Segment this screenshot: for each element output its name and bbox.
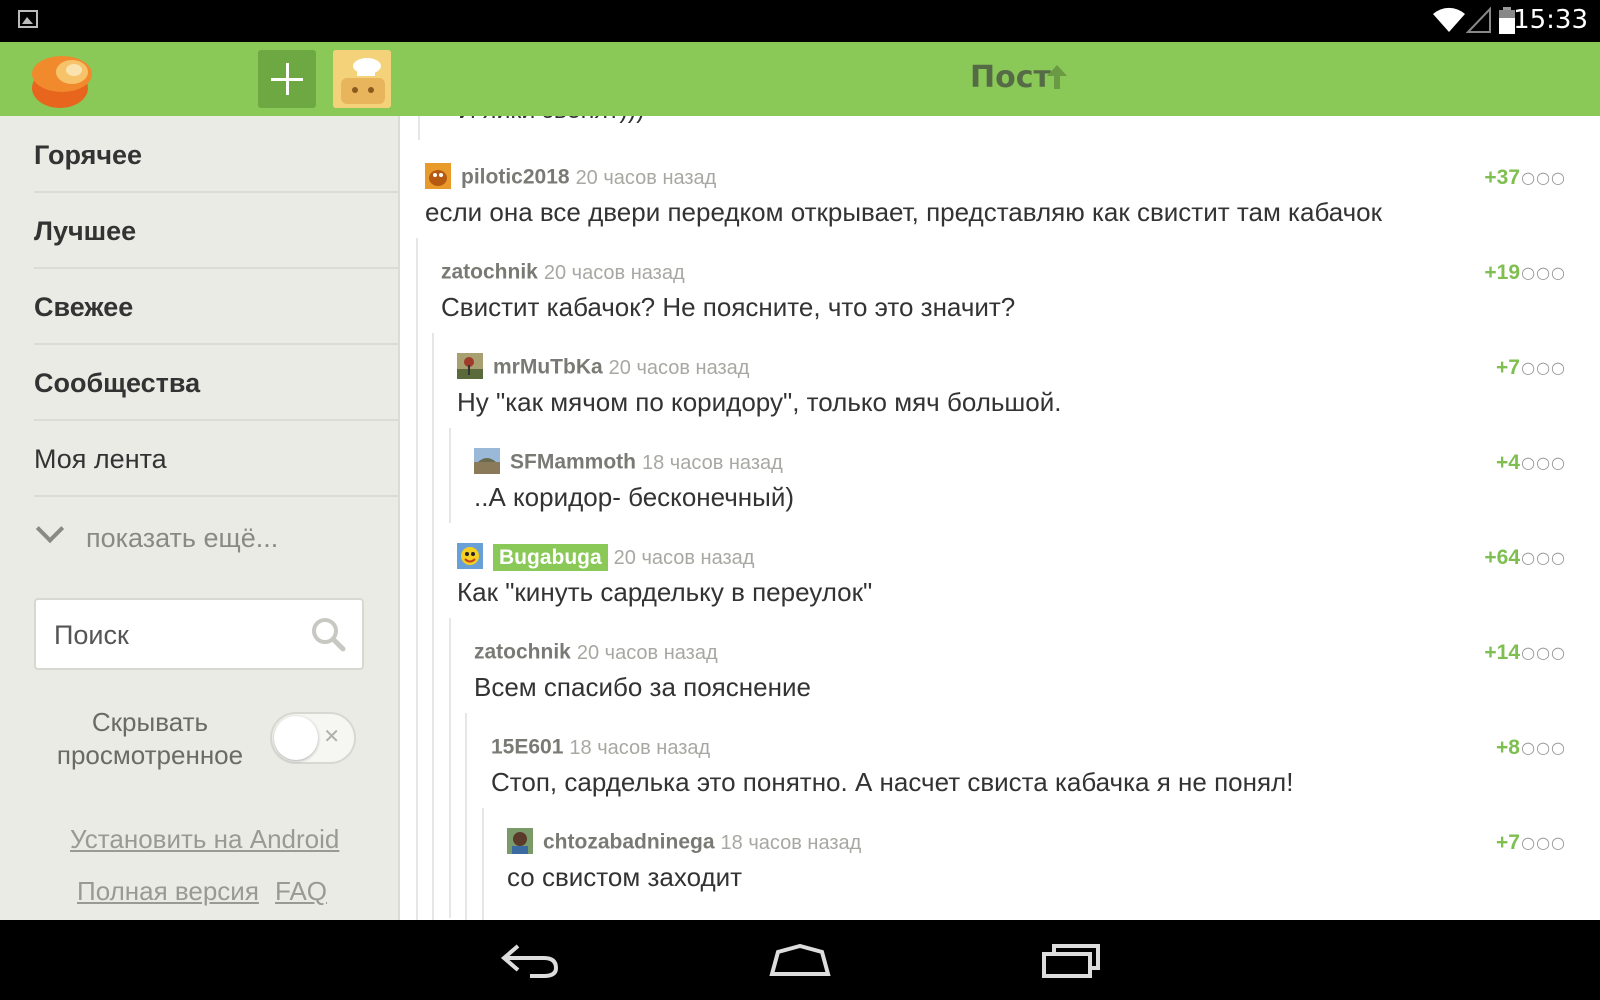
comments-list: И яйки звенят))) pilotic201820 часов наз… bbox=[400, 116, 1600, 920]
comment-author[interactable]: 15E601 bbox=[491, 736, 563, 759]
thread-line bbox=[432, 333, 434, 920]
user-avatar[interactable] bbox=[425, 162, 451, 189]
comment-time: 18 часов назад bbox=[569, 736, 711, 759]
toggle-knob bbox=[274, 716, 318, 760]
comment-time: 20 часов назад bbox=[575, 166, 717, 189]
thread-line bbox=[482, 808, 484, 920]
sidebar-item-best[interactable]: Лучшее bbox=[34, 193, 398, 269]
home-icon[interactable] bbox=[768, 944, 832, 978]
comment-author[interactable]: zatochnik bbox=[474, 641, 571, 664]
comment-time: 18 часов назад bbox=[642, 451, 783, 474]
comment-author[interactable]: SFMammoth bbox=[510, 451, 636, 474]
comment-text: Как "кинуть сардельку в переулок" bbox=[457, 577, 873, 607]
comment-text: ..А коридор- бесконечный) bbox=[474, 482, 795, 512]
user-avatar[interactable] bbox=[474, 447, 500, 474]
more-options-icon[interactable]: ○○○ bbox=[1521, 643, 1566, 662]
faq-link[interactable]: FAQ bbox=[275, 876, 327, 907]
back-icon[interactable] bbox=[500, 942, 560, 978]
comment-time: 20 часов назад bbox=[608, 356, 750, 379]
comment-rating[interactable]: +64 bbox=[1484, 546, 1520, 570]
comment-text: Стоп, сарделька это понятно. А насчет св… bbox=[491, 767, 1294, 797]
user-avatar[interactable] bbox=[457, 352, 483, 379]
sidebar-item-hot[interactable]: Горячее bbox=[34, 117, 398, 193]
comment-text: И яйки звенят))) bbox=[458, 116, 644, 125]
wifi-icon bbox=[1433, 7, 1465, 32]
comment-time: 20 часов назад bbox=[543, 261, 685, 284]
show-more-button[interactable]: показать ещё... bbox=[34, 513, 278, 563]
more-options-icon[interactable]: ○○○ bbox=[1521, 453, 1566, 472]
arrow-up-icon[interactable] bbox=[1045, 63, 1069, 91]
comment: zatochnik 20 часов назад +19 ○○○ Свистит … bbox=[441, 245, 1600, 340]
logo-icon[interactable] bbox=[28, 48, 96, 110]
comment-time: 18 часов назад bbox=[720, 831, 862, 854]
comment: Bugabuga 20 часов назад +64 ○○○ Как "кину… bbox=[457, 530, 1600, 625]
comment: zatochnik 20 часов назад +14 ○○○ Всем спа… bbox=[474, 625, 1600, 720]
comment-text: со свистом заходит bbox=[507, 862, 743, 892]
more-options-icon[interactable]: ○○○ bbox=[1521, 263, 1566, 282]
comment: chtozabadninega 18 часов назад +7 ○○○ со … bbox=[507, 815, 1600, 910]
image-notification-icon bbox=[18, 10, 38, 28]
comment-rating[interactable]: +7 bbox=[1496, 831, 1520, 855]
full-version-link[interactable]: Полная версия bbox=[77, 876, 259, 907]
thread-line bbox=[449, 428, 451, 523]
navigation-bar bbox=[0, 920, 1600, 1000]
recents-icon[interactable] bbox=[1040, 942, 1102, 980]
user-avatar[interactable] bbox=[457, 542, 483, 569]
sidebar: Горячее Лучшее Свежее Сообщества Моя лен… bbox=[0, 116, 400, 920]
sidebar-item-my-feed[interactable]: Моя лента bbox=[34, 421, 398, 497]
profile-avatar-button[interactable] bbox=[333, 50, 391, 108]
hide-viewed-label: Скрывать просмотренное bbox=[56, 707, 244, 770]
search-input[interactable] bbox=[52, 614, 296, 656]
comment: mrMuTbKa 20 часов назад +7 ○○○ Ну "как мя… bbox=[457, 340, 1600, 435]
status-bar: 15:33 bbox=[0, 0, 1600, 42]
comment-rating[interactable]: +19 bbox=[1484, 261, 1520, 285]
more-options-icon[interactable]: ○○○ bbox=[1521, 168, 1566, 187]
comment-rating[interactable]: +8 bbox=[1496, 736, 1520, 760]
more-options-icon[interactable]: ○○○ bbox=[1521, 358, 1566, 377]
comment-time: 20 часов назад bbox=[576, 641, 718, 664]
chevron-down-icon bbox=[35, 514, 65, 544]
comment-text: Всем спасибо за пояснение bbox=[474, 672, 811, 702]
comment-text: если она все двери передком открывает, п… bbox=[425, 197, 1383, 227]
comment-text: Ну "как мячом по коридору", только мяч б… bbox=[457, 387, 1062, 417]
more-options-icon[interactable]: ○○○ bbox=[1521, 738, 1566, 757]
add-post-button[interactable] bbox=[258, 50, 316, 108]
comment-author[interactable]: mrMuTbKa bbox=[493, 356, 603, 379]
search-icon[interactable] bbox=[310, 616, 346, 652]
thread-line bbox=[416, 238, 418, 920]
user-avatar[interactable] bbox=[507, 827, 533, 854]
show-more-label: показать ещё... bbox=[86, 523, 279, 553]
hide-viewed-toggle[interactable]: ✕ bbox=[270, 712, 356, 764]
comment-author[interactable]: pilotic2018 bbox=[461, 166, 570, 189]
sidebar-item-fresh[interactable]: Свежее bbox=[34, 269, 398, 345]
comment-author[interactable]: zatochnik bbox=[441, 261, 538, 284]
install-android-link[interactable]: Установить на Android bbox=[70, 824, 339, 855]
comment-author[interactable]: chtozabadninega bbox=[543, 831, 715, 854]
comment: 15E601 18 часов назад +8 ○○○ Стоп, сардел… bbox=[491, 720, 1600, 815]
close-icon: ✕ bbox=[323, 724, 340, 748]
comment-author[interactable]: Bugabuga bbox=[493, 543, 608, 571]
comment-rating[interactable]: +37 bbox=[1484, 166, 1520, 190]
more-options-icon[interactable]: ○○○ bbox=[1521, 548, 1566, 567]
search-box bbox=[34, 598, 364, 670]
comment-rating[interactable]: +7 bbox=[1496, 356, 1520, 380]
more-options-icon[interactable]: ○○○ bbox=[1521, 833, 1566, 852]
signal-icon bbox=[1466, 6, 1491, 33]
page-title: Пост bbox=[970, 60, 1051, 95]
cat-avatar-icon bbox=[333, 50, 391, 108]
thread-line bbox=[465, 713, 467, 920]
comment-text: Свистит кабачок? Не поясните, что это зн… bbox=[441, 292, 1016, 322]
thread-line bbox=[418, 116, 420, 140]
thread-line bbox=[449, 618, 451, 918]
clock: 15:33 bbox=[1513, 5, 1588, 35]
comment: SFMammoth 18 часов назад +4 ○○○ ..А корид… bbox=[474, 435, 1600, 530]
comment-rating[interactable]: +14 bbox=[1484, 641, 1520, 665]
app-bar: Пост bbox=[0, 42, 1600, 116]
sidebar-item-communities[interactable]: Сообщества bbox=[34, 345, 398, 421]
comment: pilotic2018 20 часов назад +37 ○○○ если о… bbox=[425, 150, 1600, 245]
comment-time: 20 часов назад bbox=[613, 546, 755, 569]
comment-rating[interactable]: +4 bbox=[1496, 451, 1520, 475]
